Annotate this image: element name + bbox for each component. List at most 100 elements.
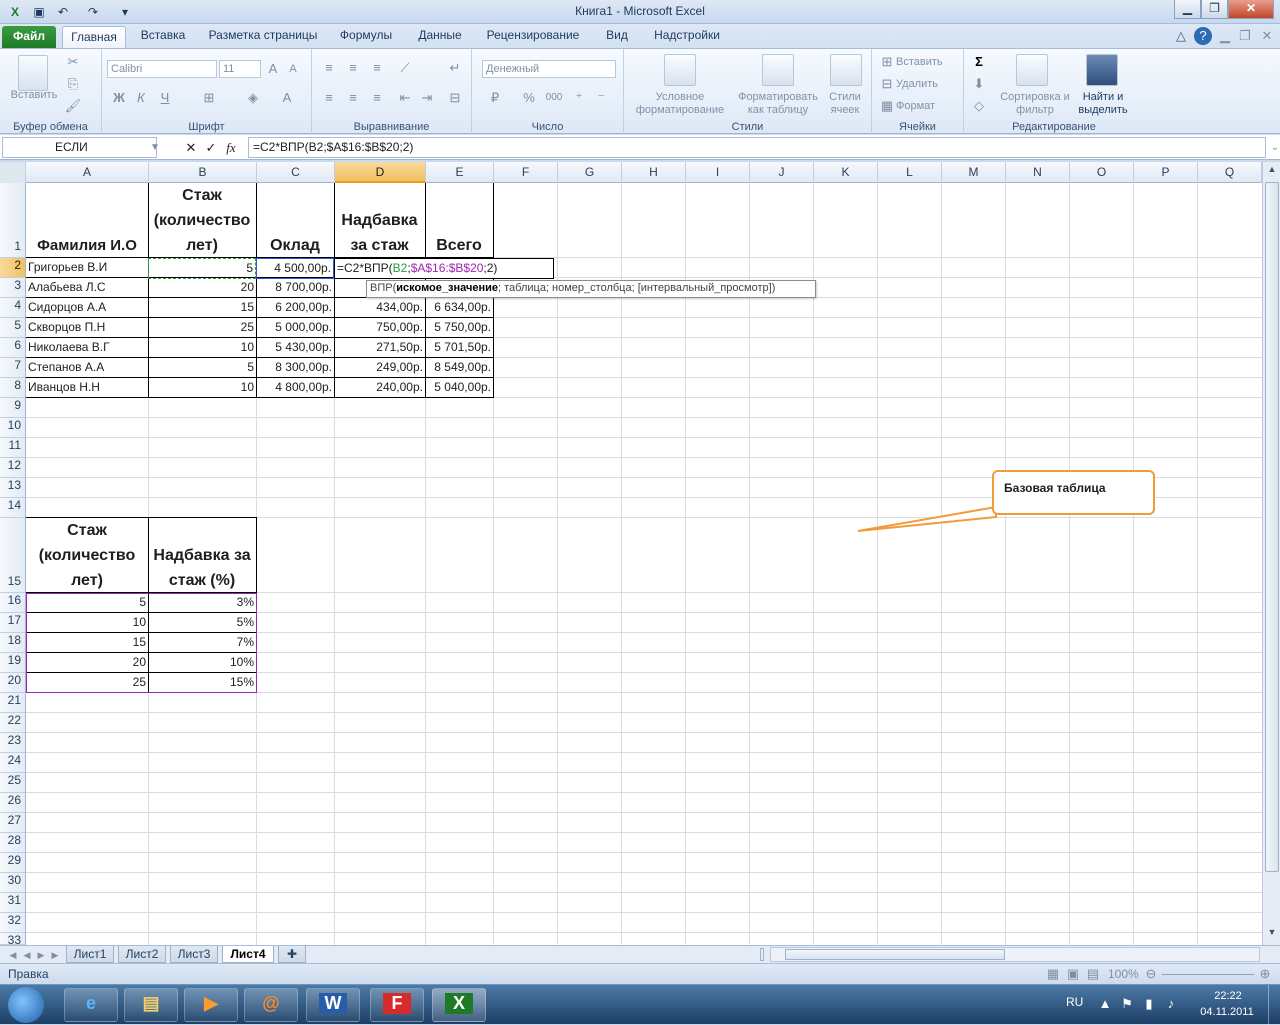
cell-b16[interactable]: 3%: [148, 593, 256, 612]
cell-b18[interactable]: 7%: [148, 633, 256, 652]
italic-button[interactable]: К: [132, 89, 150, 107]
header-experience[interactable]: Стаж (количество лет): [148, 183, 256, 257]
fill-color-icon[interactable]: ◈: [244, 89, 262, 107]
align-bottom-icon[interactable]: ≡: [368, 59, 386, 77]
cell-b6[interactable]: 10: [148, 338, 256, 357]
find-select-label[interactable]: Найти и выделить: [1070, 91, 1136, 117]
tab-data[interactable]: Данные: [408, 24, 472, 48]
row-header[interactable]: 33: [0, 933, 25, 945]
cell-a16[interactable]: 5: [26, 593, 148, 612]
underline-button[interactable]: Ч: [156, 89, 174, 107]
row-header[interactable]: 3: [0, 278, 25, 298]
cell-b7[interactable]: 5: [148, 358, 256, 377]
insert-cells-label[interactable]: Вставить: [896, 56, 943, 69]
wrap-text-icon[interactable]: ↵: [446, 59, 464, 77]
lookup-header-experience[interactable]: Стаж (количество лет): [26, 518, 148, 592]
header-name[interactable]: Фамилия И.О: [26, 233, 148, 258]
row-header[interactable]: 2: [0, 258, 25, 278]
cut-icon[interactable]: ✂: [64, 53, 82, 71]
tray-arrow-icon[interactable]: ▲: [1096, 995, 1114, 1013]
row-header[interactable]: 21: [0, 693, 25, 713]
cell-d8[interactable]: 240,00р.: [334, 378, 425, 397]
row-header[interactable]: 15: [0, 518, 25, 593]
borders-icon[interactable]: ⊞: [200, 89, 218, 107]
taskbar-excel-icon[interactable]: X: [432, 988, 486, 1022]
vertical-scrollbar[interactable]: ▲ ▼: [1262, 162, 1280, 945]
expand-formula-icon[interactable]: ⌄: [1266, 139, 1280, 157]
autosum-icon[interactable]: Σ: [970, 53, 988, 71]
cell-a17[interactable]: 10: [26, 613, 148, 632]
hscroll-thumb[interactable]: [785, 949, 1005, 960]
delete-cells-label[interactable]: Удалить: [896, 78, 938, 91]
cell-a3[interactable]: Алабьева Л.С: [26, 278, 148, 297]
cell-a6[interactable]: Николаева В.Г: [26, 338, 148, 357]
page-break-view-icon[interactable]: ▤: [1084, 965, 1102, 983]
cell-styles-label[interactable]: Стили ячеек: [820, 91, 870, 117]
row-header[interactable]: 32: [0, 913, 25, 933]
cell-d7[interactable]: 249,00р.: [334, 358, 425, 377]
tab-home[interactable]: Главная: [62, 26, 126, 49]
taskbar-explorer-icon[interactable]: ▤: [124, 988, 178, 1022]
row-header[interactable]: 8: [0, 378, 25, 398]
cell-a20[interactable]: 25: [26, 673, 148, 692]
cell-c3[interactable]: 8 700,00р.: [256, 278, 334, 297]
row-header[interactable]: 24: [0, 753, 25, 773]
row-header[interactable]: 19: [0, 653, 25, 673]
row-header[interactable]: 7: [0, 358, 25, 378]
row-header[interactable]: 29: [0, 853, 25, 873]
cell-a2[interactable]: Григорьев В.И: [26, 258, 148, 277]
row-header[interactable]: 18: [0, 633, 25, 653]
wb-minimize-icon[interactable]: ▁: [1216, 27, 1234, 45]
column-header-g[interactable]: G: [558, 162, 622, 183]
tab-insert[interactable]: Вставка: [134, 24, 192, 48]
clock-time[interactable]: 22:22: [1200, 990, 1256, 1002]
cell-styles-icon[interactable]: [830, 54, 862, 86]
sheet-tab-2[interactable]: Лист2: [118, 946, 166, 963]
zoom-slider[interactable]: [1162, 974, 1254, 975]
wb-close-icon[interactable]: ✕: [1258, 27, 1276, 45]
row-header[interactable]: 26: [0, 793, 25, 813]
language-indicator[interactable]: RU: [1066, 995, 1083, 1009]
column-header-f[interactable]: F: [494, 162, 558, 183]
column-header-j[interactable]: J: [750, 162, 814, 183]
tab-split-handle[interactable]: [760, 948, 764, 961]
cell-c7[interactable]: 8 300,00р.: [256, 358, 334, 377]
cell-d4[interactable]: 434,00р.: [334, 298, 425, 317]
find-select-icon[interactable]: [1086, 54, 1118, 86]
conditional-format-label[interactable]: Условное форматирование: [626, 91, 734, 117]
format-cells-icon[interactable]: ▦: [878, 97, 896, 115]
cell-a19[interactable]: 20: [26, 653, 148, 672]
cancel-icon[interactable]: ✕: [182, 139, 200, 157]
column-header-c[interactable]: C: [257, 162, 335, 183]
column-header-d[interactable]: D: [335, 162, 426, 183]
row-header[interactable]: 30: [0, 873, 25, 893]
cell-b2[interactable]: 5: [148, 258, 256, 279]
sheet-tab-4[interactable]: Лист4: [222, 946, 274, 963]
taskbar-mail-icon[interactable]: @: [244, 988, 298, 1022]
taskbar-reader-icon[interactable]: F: [370, 988, 424, 1022]
row-header[interactable]: 10: [0, 418, 25, 438]
row-header[interactable]: 22: [0, 713, 25, 733]
column-header-i[interactable]: I: [686, 162, 750, 183]
format-as-table-icon[interactable]: [762, 54, 794, 86]
tab-view[interactable]: Вид: [596, 24, 638, 48]
shrink-font-icon[interactable]: A: [284, 60, 302, 78]
enter-icon[interactable]: ✓: [202, 139, 220, 157]
format-as-table-label[interactable]: Форматировать как таблицу: [732, 91, 824, 117]
grow-font-icon[interactable]: A: [264, 60, 282, 78]
cell-b5[interactable]: 25: [148, 318, 256, 337]
new-sheet-icon[interactable]: ✚: [278, 946, 306, 963]
paste-label[interactable]: Вставить: [4, 89, 64, 102]
font-size-select[interactable]: 11: [219, 60, 261, 78]
minimize-button[interactable]: ▁: [1174, 0, 1201, 19]
column-header-m[interactable]: M: [942, 162, 1006, 183]
row-header[interactable]: 1: [0, 183, 25, 258]
cell-c6[interactable]: 5 430,00р.: [256, 338, 334, 357]
row-header[interactable]: 12: [0, 458, 25, 478]
taskbar-word-icon[interactable]: W: [306, 988, 360, 1022]
row-header[interactable]: 23: [0, 733, 25, 753]
tab-file[interactable]: Файл: [2, 26, 56, 48]
cell-c2[interactable]: 4 500,00р.: [256, 258, 334, 279]
cell-c4[interactable]: 6 200,00р.: [256, 298, 334, 317]
delete-cells-icon[interactable]: ⊟: [878, 75, 896, 93]
